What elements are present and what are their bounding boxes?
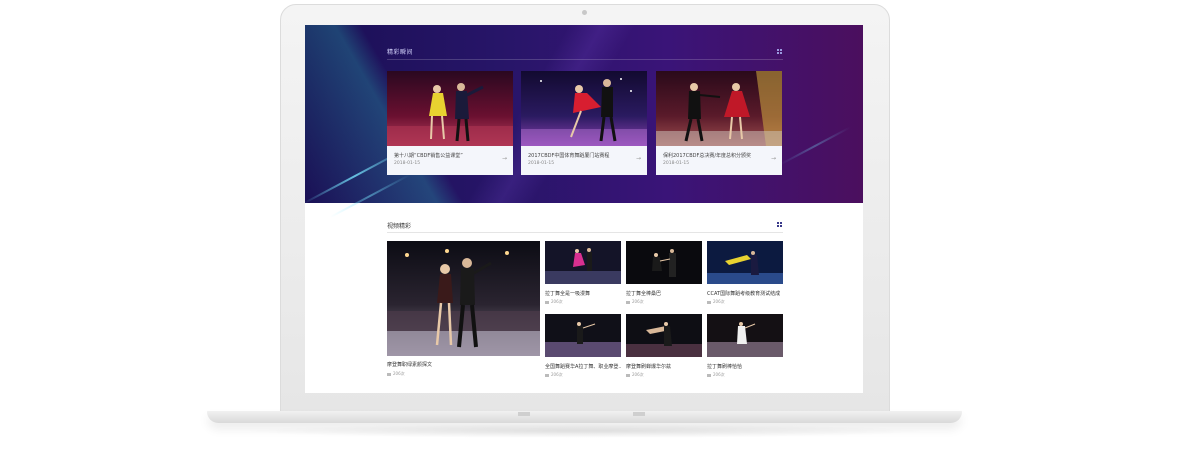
video-views: 206次: [545, 299, 563, 305]
video-views: 206次: [545, 372, 563, 378]
video-caption: 拉丁舞全是一吸漫舞: [545, 291, 591, 297]
card-caption: 第十八期“CBDF销售公益课堂”: [394, 153, 463, 159]
video-caption: 全国舞蹈赛华A拉丁舞、职业摩登...: [545, 364, 621, 370]
showcase-card[interactable]: 第十八期“CBDF销售公益课堂” 2018-01-15 →: [387, 71, 513, 175]
video-thumbnail[interactable]: [626, 241, 702, 284]
card-date: 2018-01-15: [394, 161, 421, 166]
arrow-right-icon[interactable]: →: [502, 155, 507, 162]
play-icon: [387, 372, 391, 376]
dance-photo: [387, 71, 513, 146]
showcase-section: 精彩瞬间 第十八期“CBDF销售公益课堂” 2018-01-15 → 2017C…: [305, 25, 863, 219]
video-caption: CCAT国际舞蹈考级教育测试结成: [707, 291, 781, 297]
showcase-title: 精彩瞬间: [387, 49, 414, 56]
arrow-right-icon[interactable]: →: [771, 155, 776, 162]
more-grid-icon[interactable]: [777, 49, 782, 54]
play-icon: [626, 373, 630, 377]
dance-photo: [521, 71, 647, 146]
play-icon: [707, 373, 711, 377]
hinge-left: [518, 412, 530, 416]
featured-video-views: 206次: [387, 371, 405, 377]
featured-video-caption: 摩登舞职绿素颜探文: [387, 362, 433, 368]
showcase-card[interactable]: 2017CBDF中国体育舞蹈厦门站赛程 2018-01-15 →: [521, 71, 647, 175]
video-thumbnail[interactable]: [707, 241, 783, 284]
card-caption: 保利2017CBDF总决赛/年度总积分颁奖: [663, 153, 752, 159]
video-views: 206次: [626, 372, 644, 378]
videos-title: 视频精彩: [387, 223, 412, 230]
play-icon: [707, 300, 711, 304]
play-icon: [545, 373, 549, 377]
dance-photo: [656, 71, 782, 146]
card-date: 2018-01-15: [528, 161, 555, 166]
video-views: 206次: [626, 299, 644, 305]
more-grid-icon[interactable]: [777, 222, 782, 227]
card-date: 2018-01-15: [663, 161, 690, 166]
video-thumbnail[interactable]: [545, 241, 621, 284]
video-views: 206次: [707, 299, 725, 305]
laptop-mockup: 精彩瞬间 第十八期“CBDF销售公益课堂” 2018-01-15 → 2017C…: [0, 0, 1200, 449]
arrow-right-icon[interactable]: →: [636, 155, 641, 162]
light-streak: [779, 126, 851, 166]
laptop-screen: 精彩瞬间 第十八期“CBDF销售公益课堂” 2018-01-15 → 2017C…: [305, 25, 863, 393]
video-views: 206次: [707, 372, 725, 378]
showcase-divider: [387, 59, 783, 60]
video-thumbnail[interactable]: [545, 314, 621, 357]
video-caption: 拉丁舞刷棒恰恰: [707, 364, 743, 370]
play-icon: [626, 300, 630, 304]
video-caption: 摩登舞刷蝉爆华尔兹: [626, 364, 672, 370]
laptop-shadow: [240, 424, 930, 438]
play-icon: [545, 300, 549, 304]
featured-video-thumbnail[interactable]: [387, 241, 540, 356]
camera-icon: [582, 10, 587, 15]
showcase-card[interactable]: 保利2017CBDF总决赛/年度总积分颁奖 2018-01-15 →: [656, 71, 782, 175]
videos-divider: [387, 232, 783, 233]
video-thumbnail[interactable]: [707, 314, 783, 357]
hinge-right: [633, 412, 645, 416]
card-caption: 2017CBDF中国体育舞蹈厦门站赛程: [528, 153, 610, 159]
laptop-base: [207, 411, 962, 423]
video-thumbnail[interactable]: [626, 314, 702, 357]
video-caption: 拉丁舞全棒桑巴: [626, 291, 662, 297]
